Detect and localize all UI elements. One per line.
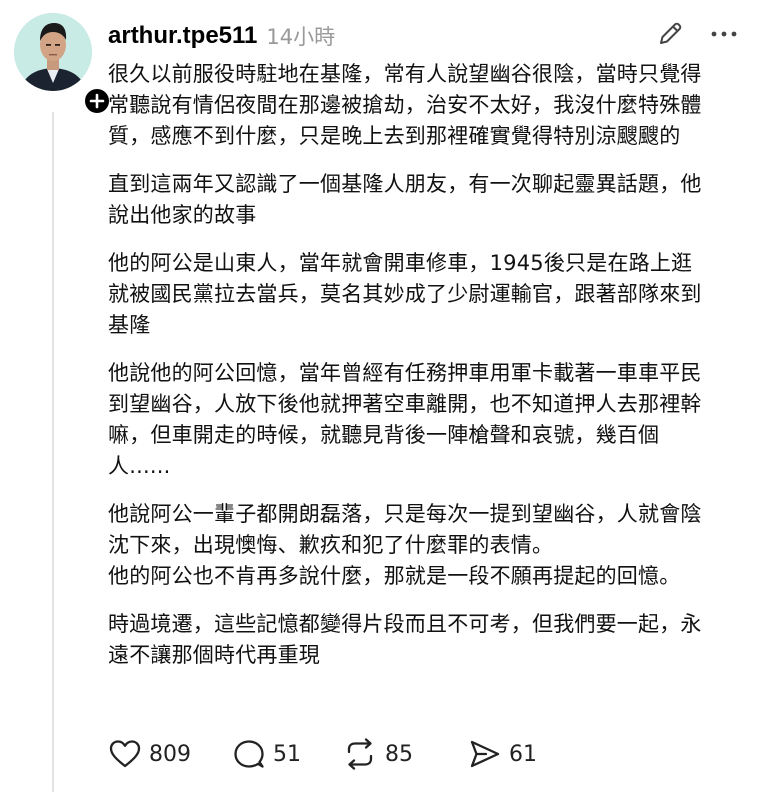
edit-button[interactable]	[655, 19, 685, 49]
post-header: arthur.tpe511 14小時	[108, 18, 335, 54]
post-body: 很久以前服役時駐地在基隆，常有人說望幽谷很陰，當時只覺得 常聽說有情侶夜間在那邊…	[108, 59, 758, 688]
share-count: 61	[509, 741, 537, 767]
avatar-photo	[14, 13, 92, 91]
post-paragraph: 他說阿公一輩子都開朗磊落，只是每次一提到望幽谷，人就會陰 沈下來，出現懊悔、歉疚…	[108, 502, 702, 588]
pencil-icon	[660, 22, 682, 44]
thread-line	[52, 112, 54, 792]
post-paragraph: 他說他的阿公回憶，當年曾經有任務押車用軍卡載著一車車平民 到望幽谷，人放下後他就…	[108, 361, 702, 478]
post-paragraph: 他的阿公是山東人，當年就會開車修車，1945後只是在路上逛 就被國民黨拉去當兵，…	[108, 251, 702, 337]
reply-button[interactable]: 51	[232, 735, 342, 773]
repost-arrows-icon	[347, 738, 373, 770]
post-paragraph: 很久以前服役時駐地在基隆，常有人說望幽谷很陰，當時只覺得 常聽說有情侶夜間在那邊…	[108, 62, 702, 148]
reply-count: 51	[273, 741, 301, 767]
repost-button[interactable]: 85	[342, 735, 468, 773]
action-bar: 809 51 85 61	[108, 735, 568, 773]
heart-icon	[109, 740, 141, 768]
plus-icon	[89, 93, 105, 109]
post-paragraph: 時過境遷，這些記憶都變得片段而且不可考，但我們要一起，永 遠不讓那個時代再重現	[108, 612, 702, 667]
repost-count: 85	[385, 741, 413, 767]
avatar[interactable]	[14, 13, 92, 91]
more-options-button[interactable]	[706, 23, 742, 45]
post-paragraph: 直到這兩年又認識了一個基隆人朋友，有一次聊起靈異話題，他 說出他家的故事	[108, 172, 702, 227]
avatar-container[interactable]	[14, 13, 112, 116]
like-button[interactable]: 809	[108, 735, 232, 773]
more-dots-icon	[711, 31, 737, 37]
timestamp[interactable]: 14小時	[266, 21, 335, 51]
username[interactable]: arthur.tpe511	[108, 22, 257, 50]
like-count: 809	[149, 741, 191, 767]
comment-bubble-icon	[234, 740, 264, 768]
share-button[interactable]: 61	[468, 735, 568, 773]
send-icon	[470, 740, 500, 768]
